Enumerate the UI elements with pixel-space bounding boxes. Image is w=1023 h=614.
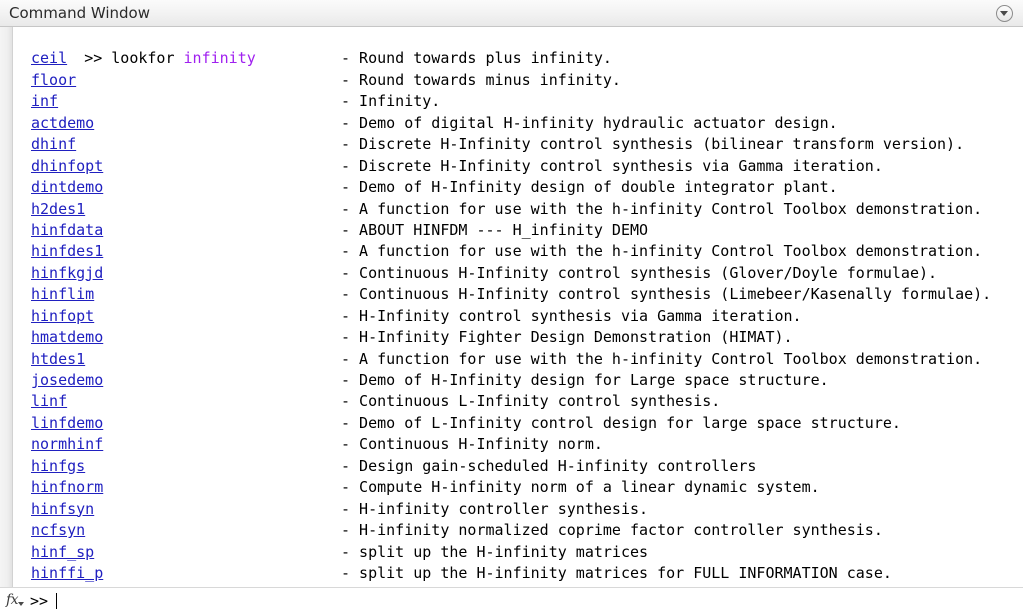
function-description: - Compute H-infinity norm of a linear dy… [341,478,820,497]
result-row: hinfkgjd - Continuous H-Infinity control … [14,263,1023,284]
function-link[interactable]: htdes1 [31,349,85,370]
command-window: Command Window >> lookfor infinity ceil -… [0,0,1023,614]
function-description: - Discrete H-Infinity control synthesis … [341,135,965,154]
result-row: normhinf - Continuous H-Infinity norm. [14,434,1023,455]
titlebar: Command Window [0,0,1023,27]
result-row: inf - Infinity. [14,91,1023,112]
console-output[interactable]: >> lookfor infinity ceil - Round towards … [14,27,1023,587]
function-link[interactable]: linf [31,391,67,412]
function-description: - Round towards plus infinity. [341,49,612,68]
function-link[interactable]: hinfdes1 [31,241,103,262]
fx-icon[interactable]: fx [6,591,26,611]
result-row: josedemo - Demo of H-Infinity design for … [14,370,1023,391]
function-description: - Continuous H-Infinity norm. [341,435,603,454]
page-title: Command Window [9,4,151,22]
function-link[interactable]: hinflim [31,284,94,305]
left-gutter [0,27,13,587]
function-description: - split up the H-infinity matrices [341,542,649,561]
function-link[interactable]: h2des1 [31,199,85,220]
function-link[interactable]: dhinfopt [31,156,103,177]
input-prompt: >> [30,592,49,610]
result-row: hinfsyn - H-infinity controller synthesis… [14,499,1023,520]
function-link[interactable]: hinfdata [31,220,103,241]
function-description: - Infinity. [341,92,441,111]
result-row: h2des1 - A function for use with the h-in… [14,199,1023,220]
result-list: ceil - Round towards plus infinity. floor -… [14,48,1023,584]
result-row: hinf_sp - split up the H-infinity matrice… [14,542,1023,563]
function-description: - Design gain-scheduled H-infinity contr… [341,456,757,475]
function-link[interactable]: linfdemo [31,413,103,434]
result-row: ncfsyn - H-infinity normalized coprime fa… [14,520,1023,541]
result-row: floor - Round towards minus infinity. [14,70,1023,91]
result-row: htdes1 - A function for use with the h-in… [14,349,1023,370]
result-row: hinfgs - Design gain-scheduled H-infinity… [14,456,1023,477]
fx-dropdown-caret-icon [18,602,24,606]
result-row: linfdemo - Demo of L-Infinity control des… [14,413,1023,434]
result-row: hmatdemo - H-Infinity Fighter Design Demo… [14,327,1023,348]
function-description: - Continuous L-Infinity control synthesi… [341,392,721,411]
function-link[interactable]: normhinf [31,434,103,455]
result-row: linf - Continuous L-Infinity control synt… [14,391,1023,412]
result-row: hinfnorm - Compute H-infinity norm of a l… [14,477,1023,498]
function-link[interactable]: hinf_sp [31,542,94,563]
result-row: dintdemo - Demo of H-Infinity design of d… [14,177,1023,198]
function-description: - H-infinity normalized coprime factor c… [341,521,883,540]
function-link[interactable]: hmatdemo [31,327,103,348]
result-row: ceil - Round towards plus infinity. [14,48,1023,69]
function-link[interactable]: hinfkgjd [31,263,103,284]
text-cursor [56,593,57,609]
chevron-down-circle-icon[interactable] [996,5,1013,22]
command-line: >> lookfor infinity [14,27,1023,67]
function-link[interactable]: ncfsyn [31,520,85,541]
function-description: - Continuous H-Infinity control synthesi… [341,285,992,304]
function-description: - Discrete H-Infinity control synthesis … [341,156,883,175]
function-link[interactable]: actdemo [31,113,94,134]
function-description: - H-Infinity control synthesis via Gamma… [341,306,802,325]
function-link[interactable]: dintdemo [31,177,103,198]
result-row: hinffi_p - split up the H-infinity matric… [14,563,1023,584]
result-row: dhinfopt - Discrete H-Infinity control sy… [14,156,1023,177]
function-link[interactable]: hinffi_p [31,563,103,584]
function-description: - Continuous H-Infinity control synthesi… [341,263,938,282]
function-link[interactable]: hinfsyn [31,499,94,520]
result-row: actdemo - Demo of digital H-infinity hydr… [14,113,1023,134]
function-link[interactable]: inf [31,91,58,112]
result-row: hinflim - Continuous H-Infinity control s… [14,284,1023,305]
function-description: - A function for use with the h-infinity… [341,199,983,218]
function-description: - A function for use with the h-infinity… [341,349,983,368]
function-description: - Demo of H-Infinity design for Large sp… [341,371,829,389]
function-description: - Demo of digital H-infinity hydraulic a… [341,113,838,132]
result-row: hinfopt - H-Infinity control synthesis vi… [14,306,1023,327]
function-description: - ABOUT HINFDM --- H_infinity DEMO [341,220,649,239]
result-row: hinfdata - ABOUT HINFDM --- H_infinity DE… [14,220,1023,241]
function-description: - split up the H-infinity matrices for F… [341,563,892,582]
function-link[interactable]: dhinf [31,134,76,155]
function-link[interactable]: hinfopt [31,306,94,327]
result-row: dhinf - Discrete H-Infinity control synth… [14,134,1023,155]
function-description: - A function for use with the h-infinity… [341,242,983,261]
prompt-bar: fx >> [0,587,1023,614]
result-row: hinfdes1 - A function for use with the h-… [14,241,1023,262]
function-description: - H-infinity controller synthesis. [341,499,649,518]
function-description: - Round towards minus infinity. [341,70,621,89]
fx-label: fx [6,592,19,608]
function-description: - Demo of H-Infinity design of double in… [341,178,838,197]
function-link[interactable]: floor [31,70,76,91]
function-link[interactable]: josedemo [31,370,103,391]
function-description: - Demo of L-Infinity control design for … [341,413,901,432]
function-link[interactable]: hinfnorm [31,477,103,498]
function-link[interactable]: ceil [31,48,67,69]
function-link[interactable]: hinfgs [31,456,85,477]
chevron-down-glyph [1000,11,1008,16]
function-description: - H-Infinity Fighter Design Demonstratio… [341,328,793,347]
